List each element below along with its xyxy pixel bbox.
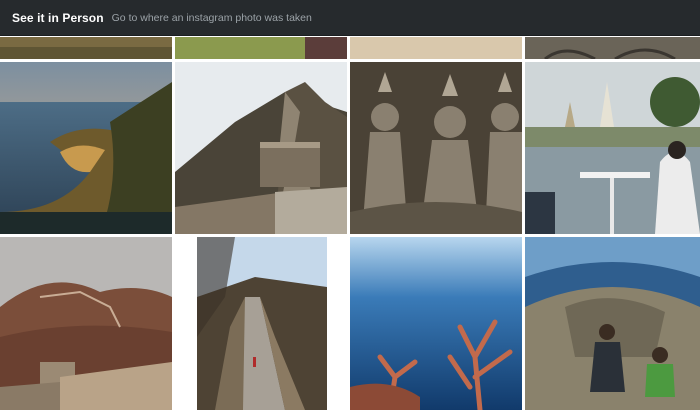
photo-coral-reef[interactable]: [350, 237, 522, 410]
photo-rocky-coast-selfie[interactable]: [525, 237, 700, 410]
photo-tile-top-2[interactable]: [175, 37, 347, 59]
app-title[interactable]: See it in Person: [12, 11, 104, 25]
photo-tile-top-3[interactable]: [350, 37, 522, 59]
top-bar: See it in Person Go to where an instagra…: [0, 0, 700, 36]
photo-great-wall-path[interactable]: [175, 237, 347, 410]
app-tagline: Go to where an instagram photo was taken: [111, 11, 312, 24]
photo-tile-top-1[interactable]: [0, 37, 172, 59]
photo-tile-top-4[interactable]: [525, 37, 700, 59]
photo-stone-relief[interactable]: [350, 62, 522, 234]
photo-coastal-cliff[interactable]: [0, 62, 172, 234]
photo-great-wall-dusk[interactable]: [0, 237, 172, 410]
photo-great-wall-hills[interactable]: [175, 62, 347, 234]
photo-waterfront-dining[interactable]: [525, 62, 700, 234]
